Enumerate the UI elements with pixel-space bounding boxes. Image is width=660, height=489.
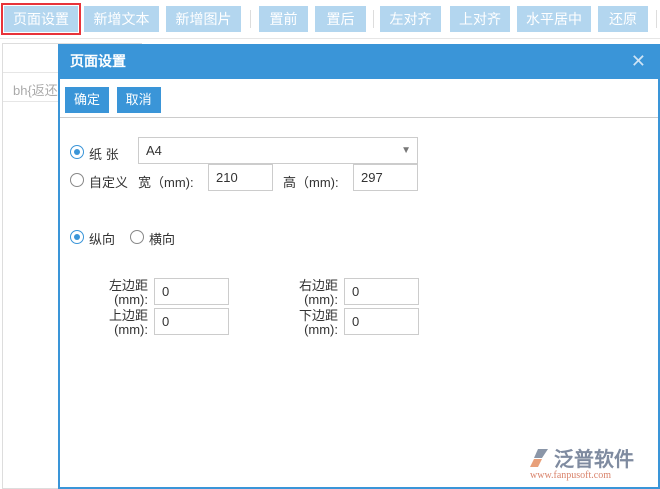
align-left-button[interactable]: 左对齐 <box>380 6 441 32</box>
bring-front-button[interactable]: 置前 <box>259 6 308 32</box>
divider <box>250 10 251 28</box>
right-margin-input[interactable]: 0 <box>344 278 419 305</box>
left-margin-label: 左边距 (mm): <box>96 279 148 307</box>
close-icon[interactable]: ✕ <box>631 44 646 79</box>
page-setup-dialog: 页面设置 ✕ 确定 取消 纸 张 A4 ▼ 自定义 宽（mm): 210 高（mm… <box>58 44 660 489</box>
paper-radio[interactable] <box>70 145 84 159</box>
width-input[interactable]: 210 <box>208 164 273 191</box>
height-label: 高（mm): <box>283 175 339 190</box>
portrait-radio[interactable] <box>70 230 84 244</box>
center-horizontal-button[interactable]: 水平居中 <box>517 6 591 32</box>
cancel-button[interactable]: 取消 <box>116 87 161 113</box>
logo-mark-icon <box>530 448 548 467</box>
divider <box>373 10 374 28</box>
landscape-radio[interactable] <box>130 230 144 244</box>
bottom-margin-text: 下边距 <box>298 308 338 323</box>
dialog-title: 页面设置 <box>70 53 126 69</box>
add-image-button[interactable]: 新增图片 <box>166 6 241 32</box>
divider <box>656 10 657 28</box>
unit-text: (mm): <box>304 292 338 307</box>
unit-text: (mm): <box>304 322 338 337</box>
custom-radio[interactable] <box>70 173 84 187</box>
width-label: 宽（mm): <box>138 175 194 190</box>
paper-size-select[interactable]: A4 ▼ <box>138 137 418 164</box>
custom-label: 自定义 <box>89 175 129 190</box>
toolbar-divider <box>0 38 660 39</box>
top-margin-label: 上边距 (mm): <box>96 309 148 337</box>
restore-button[interactable]: 还原 <box>598 6 648 32</box>
portrait-label: 纵向 <box>89 232 116 247</box>
dialog-header: 页面设置 ✕ <box>60 44 658 79</box>
height-input[interactable]: 297 <box>353 164 418 191</box>
left-margin-text: 左边距 <box>108 278 148 293</box>
top-margin-text: 上边距 <box>108 308 148 323</box>
send-back-button[interactable]: 置后 <box>315 6 366 32</box>
logo-name: 泛普软件 <box>554 449 634 471</box>
landscape-label: 横向 <box>149 232 176 247</box>
paper-label: 纸 张 <box>89 147 119 162</box>
add-text-button[interactable]: 新增文本 <box>84 6 159 32</box>
top-margin-input[interactable]: 0 <box>154 308 229 335</box>
bottom-margin-input[interactable]: 0 <box>344 308 419 335</box>
dialog-actions: 确定 取消 <box>60 79 658 118</box>
unit-text: (mm): <box>114 292 148 307</box>
fanpu-logo: 泛普软件 www.fanpusoft.com <box>530 443 650 481</box>
paper-size-value: A4 <box>146 143 162 158</box>
right-margin-label: 右边距 (mm): <box>286 279 338 307</box>
confirm-button[interactable]: 确定 <box>65 87 110 113</box>
bottom-margin-label: 下边距 (mm): <box>286 309 338 337</box>
right-margin-text: 右边距 <box>298 278 338 293</box>
left-margin-input[interactable]: 0 <box>154 278 229 305</box>
align-top-button[interactable]: 上对齐 <box>450 6 510 32</box>
page-setup-button[interactable]: 页面设置 <box>1 3 81 35</box>
chevron-down-icon: ▼ <box>401 145 411 156</box>
unit-text: (mm): <box>114 322 148 337</box>
